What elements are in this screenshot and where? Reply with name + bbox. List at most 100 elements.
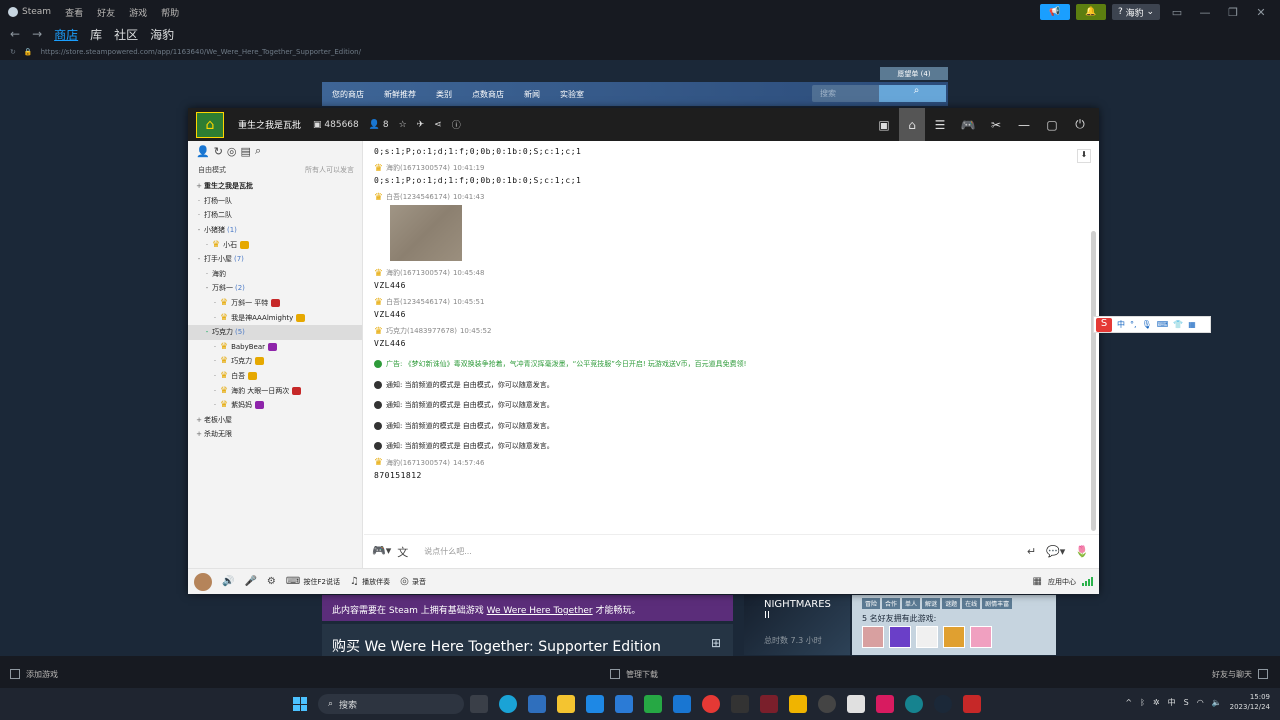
clock[interactable]: 15:09 2023/12/24 (1230, 692, 1270, 712)
send-icon[interactable]: ↵ (1027, 545, 1036, 558)
expander-icon[interactable]: · (210, 387, 220, 395)
speaker-icon[interactable]: 🔊 (222, 576, 234, 587)
expander-icon[interactable]: · (210, 401, 220, 409)
channel-tree-item[interactable]: · ♛ 白吾 (188, 369, 362, 384)
user-menu-button[interactable]: ? 海豹 ⌄ (1111, 4, 1160, 20)
star-icon[interactable]: ☆ (399, 120, 407, 130)
tag[interactable]: 单人 (902, 598, 921, 609)
channel-tree-item[interactable]: · 打杨一队 (188, 194, 362, 209)
location-icon[interactable]: ◎ (227, 145, 237, 158)
start-icon[interactable] (293, 697, 307, 711)
channel-tree-item[interactable]: + 重生之我是瓦批 (188, 179, 362, 194)
translate-icon[interactable]: 文 (397, 544, 408, 560)
wifi-icon[interactable]: ◠ (1197, 698, 1204, 707)
search-icon[interactable]: ⌕ (879, 85, 946, 102)
flower-icon[interactable]: 🌷 (1075, 545, 1089, 558)
message-sender[interactable]: 白吾(1234546174) (386, 297, 450, 307)
app-icon[interactable] (673, 695, 691, 713)
message-image[interactable] (390, 205, 462, 261)
url-text[interactable]: https://store.steampowered.com/app/11636… (41, 48, 361, 56)
store-nav-your-store[interactable]: 您的商店 (332, 89, 364, 100)
tab-store[interactable]: 商店 (54, 26, 78, 43)
info-icon[interactable]: ⓘ (452, 118, 461, 131)
channel-tree-item[interactable]: · ♛ 巧克力 (188, 354, 362, 369)
menu-help[interactable]: 帮助 (161, 6, 179, 19)
tag[interactable]: 剧情丰富 (982, 598, 1013, 609)
channel-tree-item[interactable]: · ♛ 海豹 大眼一日两次 (188, 383, 362, 398)
expander-icon[interactable]: + (194, 430, 204, 438)
base-game-link[interactable]: We Were Here Together (487, 606, 593, 616)
message-sender[interactable]: 巧克力(1483977678) (386, 326, 457, 336)
channel-tree-item[interactable]: - 打手小屋 (7) (188, 252, 362, 267)
add-game-button[interactable]: 添加游戏 (10, 669, 58, 680)
menu-games[interactable]: 游戏 (129, 6, 147, 19)
tag[interactable]: 谜题 (942, 598, 961, 609)
skin-icon[interactable]: ✂ (983, 108, 1009, 141)
expander-icon[interactable]: · (194, 197, 204, 205)
bluetooth-icon[interactable]: ᛒ (1140, 698, 1145, 707)
channel-tree-item[interactable]: · ♛ 万斜一 平特 (188, 296, 362, 311)
apps-center-button[interactable]: 应用中心 (1048, 577, 1076, 587)
edge-icon[interactable] (499, 695, 517, 713)
store-nav-categories[interactable]: 类别 (436, 89, 452, 100)
grid-icon[interactable]: ▦ (1188, 320, 1196, 329)
music-button[interactable]: ♫ 播放伴奏 (350, 576, 390, 587)
mic-icon[interactable]: 🎤 (244, 576, 256, 587)
tag[interactable]: 冒险 (862, 598, 881, 609)
task-view-icon[interactable] (470, 695, 488, 713)
apps-icon[interactable]: ▦ (1033, 576, 1042, 587)
list-icon[interactable]: ☰ (927, 108, 953, 141)
menu-view[interactable]: 查看 (65, 6, 83, 19)
gamepad-icon[interactable]: 🎮 (955, 108, 981, 141)
folder-icon[interactable] (557, 695, 575, 713)
broadcast-button[interactable]: 📢 (1039, 4, 1070, 20)
channel-tree-item[interactable]: · ♛ 紫妈妈 (188, 398, 362, 413)
back-arrow-icon[interactable]: ← (10, 27, 20, 41)
home-tab-icon[interactable]: ⌂ (899, 108, 925, 141)
search-icon[interactable]: ⌕ (255, 144, 261, 158)
record-button[interactable]: ◎ 录音 (400, 576, 426, 587)
wechat-icon[interactable] (644, 695, 662, 713)
channel-tree-item[interactable]: + 老板小屋 (188, 413, 362, 428)
message-sender[interactable]: 海豹(1671300574) (386, 163, 450, 173)
channel-tree-item[interactable]: · ♛ BabyBear (188, 340, 362, 355)
minimize-icon[interactable]: — (1011, 108, 1037, 141)
tag[interactable]: 合作 (882, 598, 901, 609)
channel-tree-item[interactable]: · 海豹 (188, 267, 362, 282)
keyboard-icon[interactable]: ⌨ (1157, 320, 1169, 329)
channel-tree-item[interactable]: · ♛ 小石 (188, 237, 362, 252)
app-icon[interactable] (905, 695, 923, 713)
big-picture-icon[interactable]: ▭ (1166, 6, 1188, 19)
channel-tree-item[interactable]: - 小猪猪 (1) (188, 223, 362, 238)
reload-icon[interactable]: ↻ (10, 48, 16, 56)
plane-icon[interactable]: ✈ (417, 120, 425, 130)
expander-icon[interactable]: · (210, 314, 220, 322)
channel-tree-item[interactable]: + 杀劫无限 (188, 427, 362, 442)
mixer-icon[interactable]: ⚙ (267, 576, 276, 587)
avatar[interactable] (970, 626, 992, 648)
maximize-icon[interactable]: ❐ (1222, 6, 1244, 19)
download-icon[interactable]: ⬇ (1077, 149, 1091, 163)
minimize-icon[interactable]: — (1194, 6, 1216, 19)
volume-icon[interactable]: 🔈 (1212, 698, 1222, 707)
ime-tray-icon[interactable]: 中 (1168, 697, 1176, 708)
message-sender[interactable]: 海豹(1671300574) (386, 268, 450, 278)
refresh-icon[interactable]: ↻ (214, 145, 223, 158)
related-game-thumb[interactable]: NIGHTMARES II 总时数 7.3 小时 (744, 595, 850, 655)
store-nav-new[interactable]: 新鲜推荐 (384, 89, 416, 100)
punct-icon[interactable]: °, (1130, 320, 1137, 329)
channel-tree-item[interactable]: - 万斜一 (2) (188, 281, 362, 296)
expander-icon[interactable]: + (194, 416, 204, 424)
expander-icon[interactable]: · (210, 299, 220, 307)
app-icon[interactable] (818, 695, 836, 713)
expander-icon[interactable]: · (210, 357, 220, 365)
app-icon[interactable] (847, 695, 865, 713)
wishlist-button[interactable]: 愿望单 (4) (880, 67, 948, 80)
netease-icon[interactable] (702, 695, 720, 713)
expander-icon[interactable]: · (210, 372, 220, 380)
user-icon[interactable]: 👤 (196, 145, 210, 158)
avatar[interactable] (916, 626, 938, 648)
gamepad-icon[interactable]: 🎮▾ (372, 544, 391, 560)
home-icon[interactable]: ⌂ (196, 111, 224, 138)
app-icon[interactable] (615, 695, 633, 713)
